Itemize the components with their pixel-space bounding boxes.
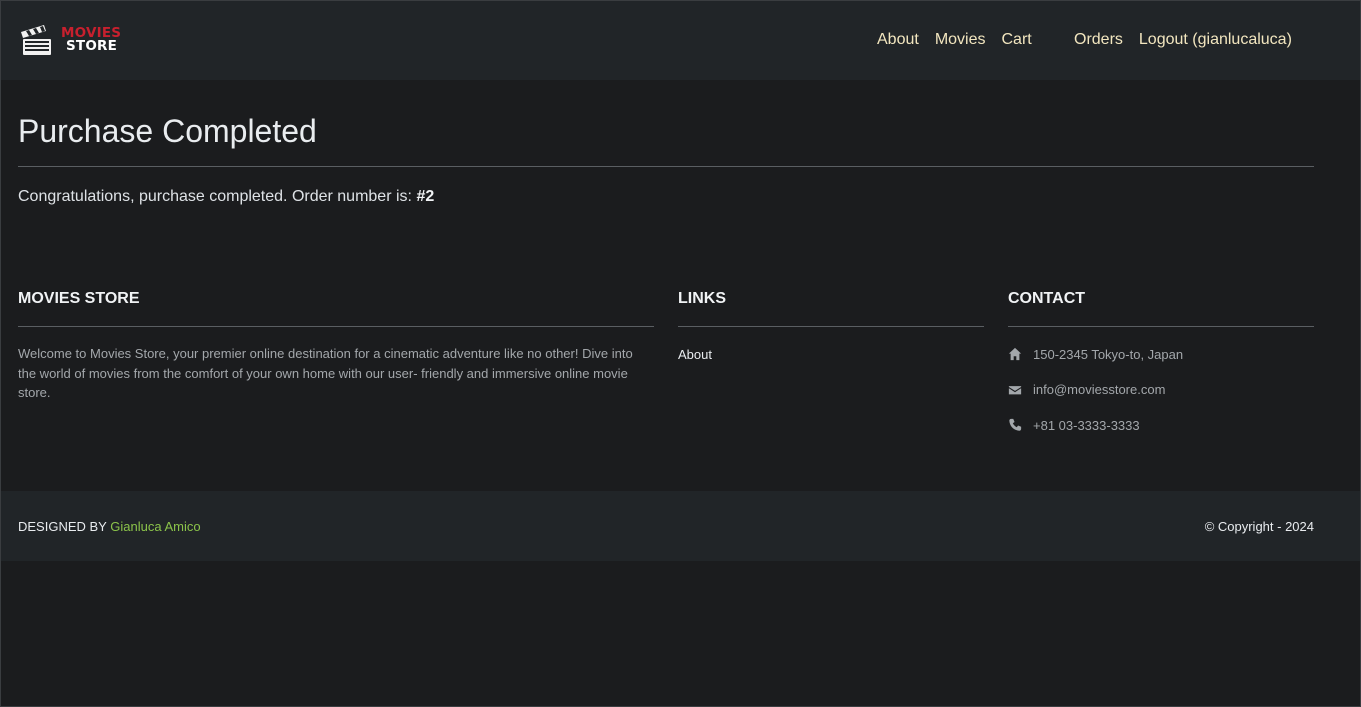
footer-about-link[interactable]: About — [678, 347, 712, 362]
brand-logo[interactable]: MOVIES STORE — [18, 21, 128, 59]
brand-name: MOVIES STORE — [61, 26, 121, 54]
footer-contact-column: CONTACT 150-2345 Tokyo-to, Japan info@mo… — [1008, 289, 1314, 453]
designed-by: DESIGNED BY Gianluca Amico — [18, 519, 201, 534]
contact-phone-text: +81 03-3333-3333 — [1033, 417, 1140, 433]
divider — [18, 326, 654, 327]
footer-about-column: MOVIES STORE Welcome to Movies Store, yo… — [18, 289, 654, 403]
contact-email-text[interactable]: info@moviesstore.com — [1033, 382, 1165, 397]
contact-phone: +81 03-3333-3333 — [1008, 417, 1314, 433]
footer-links-column: LINKS About — [678, 289, 984, 364]
footer: MOVIES STORE Welcome to Movies Store, yo… — [0, 289, 1361, 454]
home-icon — [1008, 347, 1022, 361]
designer-link[interactable]: Gianluca Amico — [110, 519, 200, 534]
confirmation-message: Congratulations, purchase completed. Ord… — [18, 187, 1314, 206]
contact-address-text: 150-2345 Tokyo-to, Japan — [1033, 346, 1184, 362]
nav-account: Orders Logout (gianlucaluca) — [1074, 30, 1308, 50]
divider — [1008, 326, 1314, 327]
designed-by-label: DESIGNED BY — [18, 519, 107, 534]
brand-line2: STORE — [66, 38, 118, 54]
nav-cart-link[interactable]: Cart — [1002, 31, 1032, 49]
contact-address: 150-2345 Tokyo-to, Japan — [1008, 346, 1314, 362]
title-divider — [18, 166, 1314, 167]
footer-links-list: About — [678, 346, 984, 364]
nav-movies-link[interactable]: Movies — [935, 31, 986, 49]
clapperboard-icon — [21, 25, 51, 55]
nav-primary: About Movies Cart — [877, 30, 1048, 50]
phone-icon — [1008, 418, 1022, 432]
main-content: Purchase Completed Congratulations, purc… — [18, 112, 1314, 206]
nav-orders-link[interactable]: Orders — [1074, 31, 1123, 49]
footer-about-text: Welcome to Movies Store, your premier on… — [18, 346, 633, 400]
footer-contact-heading: CONTACT — [1008, 290, 1086, 307]
list-item: About — [678, 346, 984, 364]
footer-about-heading: MOVIES STORE — [18, 290, 140, 307]
copyright: © Copyright - 2024 — [1204, 519, 1314, 534]
confirmation-text: Congratulations, purchase completed. Ord… — [18, 188, 412, 205]
nav-about-link[interactable]: About — [877, 31, 919, 49]
envelope-icon — [1008, 383, 1022, 397]
divider — [678, 326, 984, 327]
bottom-bar: DESIGNED BY Gianluca Amico © Copyright -… — [1, 491, 1360, 561]
contact-list: 150-2345 Tokyo-to, Japan info@moviesstor… — [1008, 346, 1314, 433]
footer-links-heading: LINKS — [678, 290, 726, 307]
nav-logout-link[interactable]: Logout (gianlucaluca) — [1139, 31, 1292, 49]
contact-email: info@moviesstore.com — [1008, 382, 1314, 398]
page-title: Purchase Completed — [18, 113, 317, 149]
order-number: #2 — [416, 188, 435, 205]
navbar: MOVIES STORE About Movies Cart Orders Lo… — [1, 1, 1360, 80]
